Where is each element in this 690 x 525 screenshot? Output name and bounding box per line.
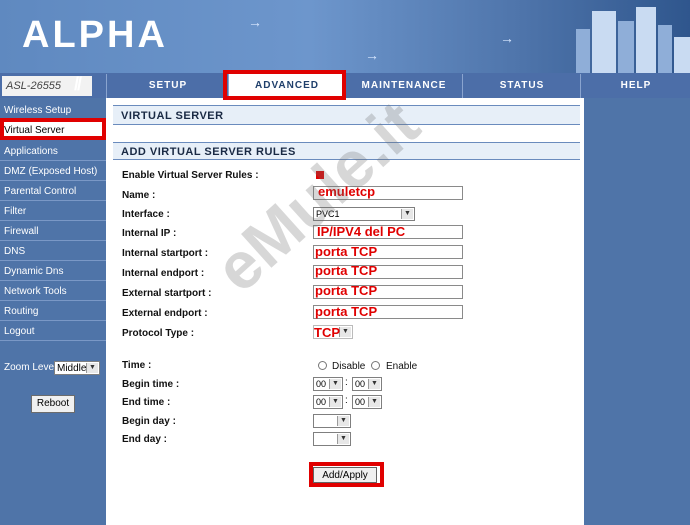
begin-day-select[interactable]: ▼ (313, 414, 351, 428)
time-disable-label: Disable (332, 361, 366, 372)
sidebar-item-applications[interactable]: Applications (0, 142, 106, 161)
interface-value: PVC1 (316, 209, 340, 219)
sidebar-item-dmz[interactable]: DMZ (Exposed Host) (0, 162, 106, 181)
internal-ip-value: IP/IPV4 del PC (317, 224, 406, 239)
end-day-select[interactable]: ▼ (313, 432, 351, 446)
external-endport-value: porta TCP (315, 304, 378, 319)
sidebar-item-dns[interactable]: DNS (0, 242, 106, 261)
zoom-level-label: Zoom Level: (4, 362, 60, 373)
interface-label: Interface : (122, 209, 170, 220)
sidebar-item-wireless-setup[interactable]: Wireless Setup (0, 101, 106, 120)
internal-endport-value: porta TCP (315, 263, 378, 278)
begin-hour-value: 00 (316, 379, 327, 389)
external-startport-label: External startport : (122, 288, 212, 299)
end-hour-select[interactable]: 00 ▼ (313, 395, 343, 409)
rules-section-title: ADD VIRTUAL SERVER RULES (113, 142, 580, 160)
external-startport-value: porta TCP (315, 283, 378, 298)
end-minute-select[interactable]: 00 ▼ (352, 395, 382, 409)
right-panel (584, 98, 690, 525)
slash-decoration: // (74, 74, 82, 94)
building-graphic (560, 0, 690, 73)
chevron-down-icon: ▼ (329, 397, 341, 407)
time-enable-radio[interactable] (371, 361, 380, 370)
end-time-label: End time : (122, 397, 171, 408)
time-separator: : (345, 395, 348, 406)
chevron-down-icon: ▼ (329, 379, 341, 389)
reboot-button[interactable]: Reboot (31, 395, 75, 413)
internal-endport-label: Internal endport : (122, 268, 205, 279)
begin-hour-select[interactable]: 00 ▼ (313, 377, 343, 391)
enable-checkbox[interactable] (316, 171, 324, 179)
tab-status[interactable]: STATUS (462, 74, 581, 98)
end-day-label: End day : (122, 434, 168, 445)
begin-minute-value: 00 (355, 379, 366, 389)
time-disable-radio[interactable] (318, 361, 327, 370)
sidebar-item-virtual-server[interactable]: Virtual Server (0, 121, 106, 140)
internal-ip-label: Internal IP : (122, 228, 177, 239)
chevron-down-icon: ▼ (337, 416, 349, 426)
enable-virtual-server-rules-label: Enable Virtual Server Rules : (122, 170, 259, 181)
tab-advanced[interactable]: ADVANCED (228, 74, 345, 98)
header-banner: ALPHA → → → (0, 0, 690, 73)
chevron-down-icon: ▼ (368, 379, 380, 389)
arrow-decoration: → (365, 47, 379, 63)
name-label: Name : (122, 190, 156, 201)
time-label: Time : (122, 360, 152, 371)
end-hour-value: 00 (316, 397, 327, 407)
sidebar-item-network-tools[interactable]: Network Tools (0, 282, 106, 301)
begin-minute-select[interactable]: 00 ▼ (352, 377, 382, 391)
sidebar-item-filter[interactable]: Filter (0, 202, 106, 221)
zoom-level-select[interactable]: Middle ▼ (54, 361, 100, 375)
end-minute-value: 00 (355, 397, 366, 407)
sidebar-item-routing[interactable]: Routing (0, 302, 106, 321)
tab-maintenance[interactable]: MAINTENANCE (344, 74, 463, 98)
internal-startport-value: porta TCP (315, 244, 378, 259)
zoom-level-value: Middle (57, 363, 87, 374)
name-value: emuletcp (318, 184, 376, 199)
sidebar-item-firewall[interactable]: Firewall (0, 222, 106, 241)
chevron-down-icon: ▼ (368, 397, 380, 407)
sidebar-item-logout[interactable]: Logout (0, 322, 106, 341)
interface-select[interactable]: PVC1 ▼ (313, 207, 415, 221)
chevron-down-icon: ▼ (86, 363, 98, 373)
add-apply-button[interactable]: Add/Apply (313, 467, 377, 483)
chevron-down-icon: ▼ (337, 434, 349, 444)
arrow-decoration: → (248, 14, 262, 30)
time-enable-label: Enable (386, 361, 418, 372)
arrow-decoration: → (500, 30, 514, 46)
protocol-type-value: TCP (314, 325, 340, 340)
sidebar-item-dynamic-dns[interactable]: Dynamic Dns (0, 262, 106, 281)
begin-day-label: Begin day : (122, 416, 176, 427)
protocol-type-label: Protocol Type : (122, 328, 195, 339)
tab-setup[interactable]: SETUP (106, 74, 229, 98)
time-separator: : (345, 377, 348, 388)
chevron-down-icon: ▼ (401, 209, 413, 219)
chevron-down-icon: ▼ (339, 327, 351, 337)
external-endport-label: External endport : (122, 308, 208, 319)
sidebar-item-parental-control[interactable]: Parental Control (0, 182, 106, 201)
internal-startport-label: Internal startport : (122, 248, 209, 259)
brand-logo: ALPHA (22, 14, 168, 56)
begin-time-label: Begin time : (122, 379, 180, 390)
page-title: VIRTUAL SERVER (113, 105, 580, 125)
tab-help[interactable]: HELP (580, 74, 690, 98)
